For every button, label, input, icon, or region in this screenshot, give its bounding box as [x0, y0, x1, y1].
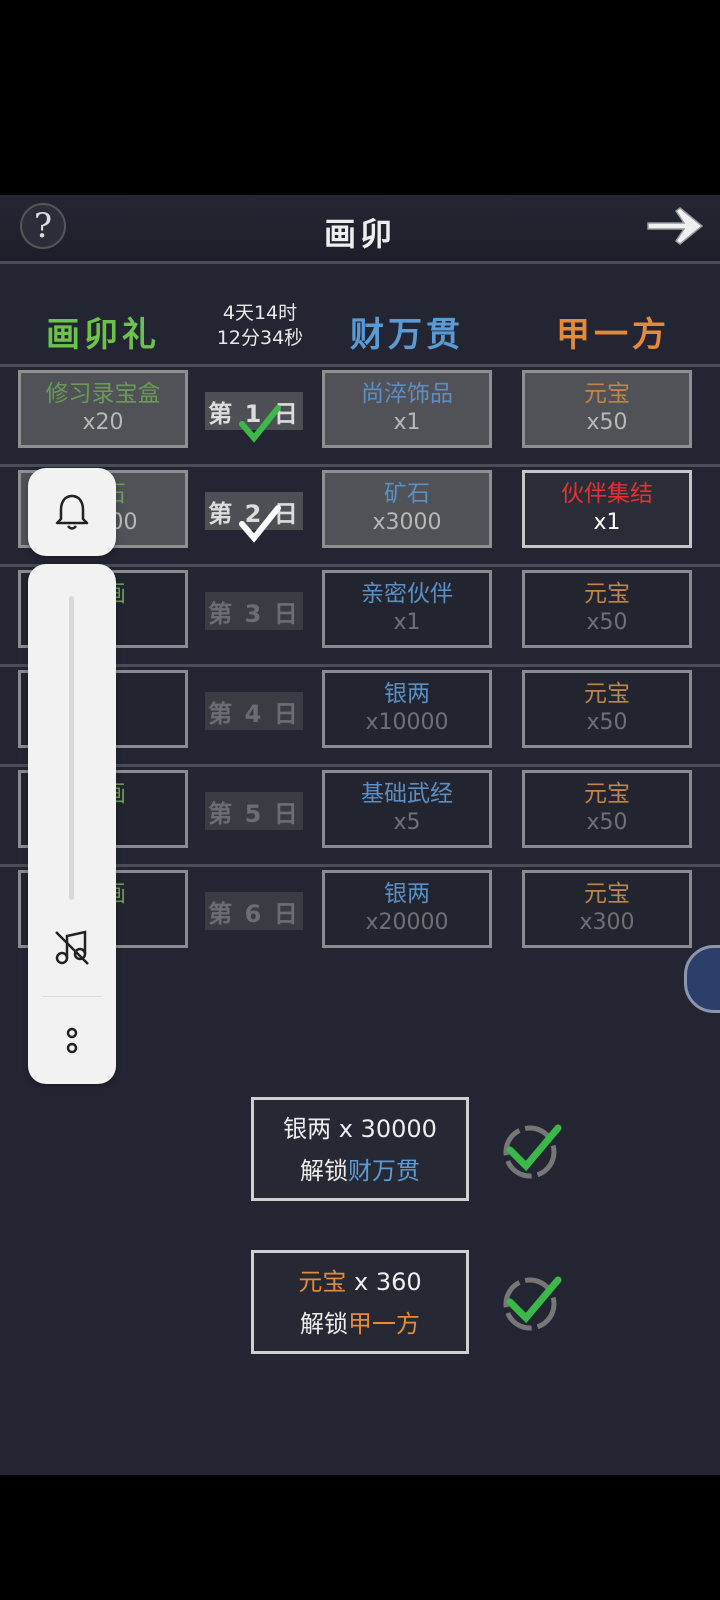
reward-cell-armor[interactable]: 元宝 x50: [522, 670, 692, 748]
reward-qty: x300: [579, 910, 635, 935]
reward-qty: x50: [586, 610, 628, 635]
unlocked-check-icon: [503, 1276, 562, 1331]
reward-name: 银两: [384, 681, 430, 707]
unlock-prefix: 解锁: [300, 1157, 348, 1185]
column-title-armor: 甲一方: [556, 315, 670, 355]
unlock-target-line: 解锁甲一方: [254, 1303, 466, 1345]
page-title: 画卯: [323, 215, 396, 253]
day-label: 第 3 日: [205, 592, 303, 630]
reward-qty: x3000: [372, 510, 442, 535]
reward-name: 亲密伙伴: [361, 581, 453, 607]
unlock-cost-item: 银两: [283, 1115, 332, 1143]
reward-name: 尚淬饰品: [361, 381, 453, 407]
day-label: 第 4 日: [205, 692, 303, 730]
reward-qty: x50: [586, 810, 628, 835]
notification-panel: [28, 468, 116, 556]
reward-name: 元宝: [584, 881, 630, 907]
reward-qty: x50: [586, 710, 628, 735]
reward-cell-wealth[interactable]: 银两 x20000: [322, 870, 492, 948]
unlock-armor-box[interactable]: 元宝 x 360 解锁甲一方: [251, 1250, 469, 1354]
reward-cell-free[interactable]: 修习录宝盒 x20: [18, 370, 188, 448]
reward-name: 伙伴集结: [561, 481, 653, 507]
reward-cell-armor[interactable]: 元宝 x50: [522, 370, 692, 448]
reward-cell-armor[interactable]: 元宝 x300: [522, 870, 692, 948]
reward-cell-wealth[interactable]: 矿石 x3000: [322, 470, 492, 548]
column-title-free: 画卯礼: [46, 315, 160, 355]
bell-icon[interactable]: [54, 492, 90, 532]
reward-cell-wealth[interactable]: 亲密伙伴 x1: [322, 570, 492, 648]
unlock-cost-qty: x 30000: [338, 1115, 437, 1143]
timer-line-2: 12分34秒: [216, 327, 304, 349]
reward-name: 元宝: [584, 381, 630, 407]
unlock-wealth-box[interactable]: 银两 x 30000 解锁财万贯: [251, 1097, 469, 1201]
reward-qty: x20: [82, 410, 124, 435]
reward-name: 元宝: [584, 681, 630, 707]
unlocked-check-icon: [503, 1124, 562, 1179]
row-divider: [0, 364, 720, 367]
header-bar: ? 画卯: [0, 195, 720, 264]
timer-line-1: 4天14时: [222, 302, 298, 324]
row-divider: [0, 464, 720, 467]
unlock-target-name: 财万贯: [348, 1157, 420, 1185]
unlock-cost-item: 元宝: [298, 1268, 347, 1296]
reward-name: 银两: [384, 881, 430, 907]
reward-cell-wealth[interactable]: 尚淬饰品 x1: [322, 370, 492, 448]
unlock-target-line: 解锁财万贯: [254, 1150, 466, 1192]
reward-qty: x1: [393, 610, 421, 635]
reward-name: 基础武经: [361, 781, 453, 807]
unlock-cost-line: 元宝 x 360: [254, 1261, 466, 1303]
more-icon[interactable]: [62, 1026, 82, 1056]
reward-name: 元宝: [584, 581, 630, 607]
reward-qty: x1: [393, 410, 421, 435]
reward-qty: x1: [593, 510, 621, 535]
unlock-target-name: 甲一方: [348, 1310, 420, 1338]
unlock-cost-line: 银两 x 30000: [254, 1108, 466, 1150]
reward-cell-wealth[interactable]: 银两 x10000: [322, 670, 492, 748]
divider: [42, 996, 102, 997]
reward-name: 矿石: [384, 481, 430, 507]
arrow-right-icon[interactable]: [644, 205, 706, 247]
reward-qty: x20000: [365, 910, 449, 935]
countdown-timer: 4天14时 12分34秒: [205, 301, 315, 351]
reward-qty: x10000: [365, 710, 449, 735]
volume-slider[interactable]: [69, 596, 74, 900]
reward-cell-wealth[interactable]: 基础武经 x5: [322, 770, 492, 848]
volume-panel: [28, 564, 116, 1084]
claimed-check-icon: [239, 405, 281, 443]
reward-cell-armor[interactable]: 元宝 x50: [522, 570, 692, 648]
pending-check-icon: [239, 505, 281, 543]
reward-name: 修习录宝盒: [45, 381, 161, 407]
reward-cell-armor[interactable]: 伙伴集结 x1: [522, 470, 692, 548]
reward-cell-armor[interactable]: 元宝 x50: [522, 770, 692, 848]
day-label: 第 5 日: [205, 792, 303, 830]
side-book-icon[interactable]: [684, 945, 720, 1013]
column-title-wealth: 财万贯: [350, 315, 464, 355]
reward-qty: x50: [586, 410, 628, 435]
unlock-prefix: 解锁: [300, 1310, 348, 1338]
unlock-cost-qty: x 360: [354, 1268, 422, 1296]
music-off-icon[interactable]: [52, 928, 92, 968]
day-label: 第 6 日: [205, 892, 303, 930]
reward-qty: x5: [393, 810, 421, 835]
reward-name: 元宝: [584, 781, 630, 807]
